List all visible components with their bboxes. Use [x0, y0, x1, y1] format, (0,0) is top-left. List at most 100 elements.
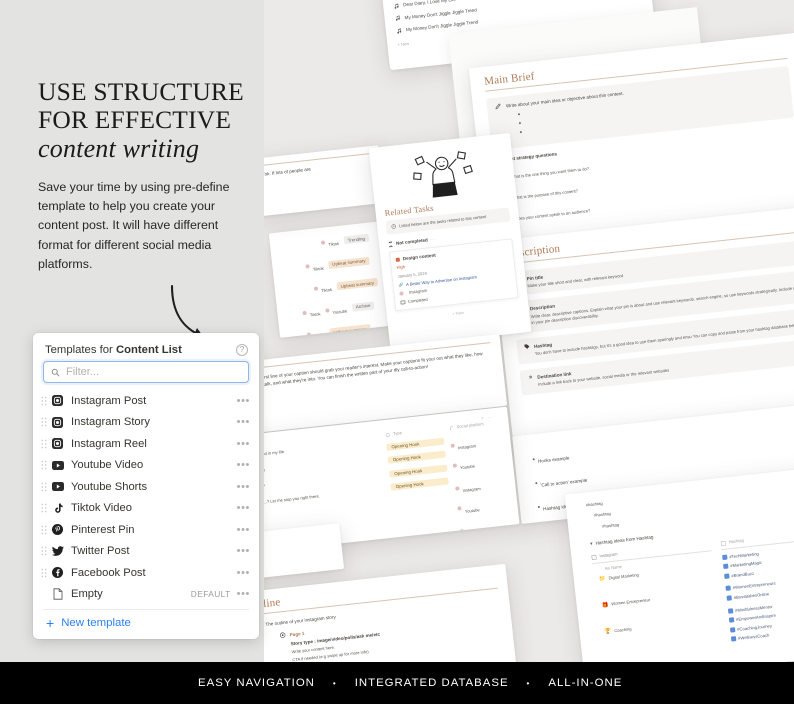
template-item-empty[interactable]: Empty DEFAULT ••• — [37, 584, 255, 606]
row-menu-button[interactable]: ••• — [237, 589, 250, 600]
pinterest-icon — [49, 524, 66, 536]
template-item-label: Empty — [71, 588, 103, 601]
template-item-facebook-post[interactable]: Facebook Post ••• — [37, 562, 255, 584]
drag-handle-icon[interactable] — [39, 439, 49, 449]
status-badge: Upbeat summary — [336, 278, 379, 291]
cta-example-card: ction' example TA — [264, 523, 345, 583]
template-item-instagram-story[interactable]: Instagram Story ••• — [37, 412, 255, 434]
template-item-label: Instagram Reel — [71, 437, 147, 450]
instagram-icon — [49, 438, 66, 450]
youtube-icon — [49, 460, 66, 470]
feature-banner: EASY NAVIGATION • INTEGRATED DATABASE • … — [0, 662, 794, 704]
filter-input[interactable] — [66, 366, 241, 378]
section-label: Hashtag ideas from Hashtag — [595, 534, 654, 546]
divider — [43, 609, 249, 610]
music-note-icon — [394, 3, 399, 9]
template-item-pinterest-pin[interactable]: Pinterest Pin ••• — [37, 519, 255, 541]
table-row[interactable]: 🎁 Women Entrepreneur — [602, 590, 717, 609]
task-status-icon — [395, 257, 401, 262]
template-item-label: Youtube Video — [71, 459, 144, 472]
promo-subcopy: Save your time by using pre-define templ… — [38, 180, 230, 271]
template-item-instagram-post[interactable]: Instagram Post ••• — [37, 390, 255, 412]
clock-icon — [391, 224, 396, 229]
page-icon — [49, 588, 66, 600]
related-tasks-card: Related Tasks Listed below are the tasks… — [368, 132, 532, 348]
twitter-icon — [49, 546, 66, 557]
templates-popover-title: Templates for Content List — [45, 344, 182, 356]
drag-handle-icon[interactable] — [39, 525, 49, 535]
status-badge: Trending — [343, 233, 370, 245]
type-badge: Opening Hook — [390, 477, 449, 491]
banner-separator: • — [526, 678, 531, 688]
headline-line-1: USE STRUCTURE — [38, 77, 244, 106]
type-badge: Opening Hook — [388, 464, 448, 478]
templates-list: Instagram Post ••• Instagram Story ••• I… — [33, 390, 259, 605]
templates-popover-header: Templates for Content List ? — [33, 333, 259, 361]
status-badge: Upbeat summary — [329, 324, 372, 337]
outline-card: utline The outline of your instagram sto… — [264, 563, 518, 662]
search-icon — [51, 368, 60, 376]
instagram-icon — [49, 416, 66, 428]
list-item-label: My Money Don't Jiggle Jiggle Trend — [404, 6, 478, 20]
template-item-label: Facebook Post — [71, 566, 146, 579]
templates-popover[interactable]: Templates for Content List ? Instagram P… — [33, 333, 259, 639]
table-row[interactable]: 🏆 Coaching — [604, 617, 719, 636]
table-icon — [591, 554, 597, 560]
hashtag-database-card: #hashtag #hashtag #hashtag ▾ Hashtag ide… — [564, 462, 794, 662]
drag-handle-icon[interactable] — [39, 568, 49, 578]
filter-field[interactable] — [43, 361, 249, 383]
banner-separator: • — [332, 678, 337, 688]
tiktok-icon — [49, 503, 66, 514]
drag-handle-icon[interactable] — [39, 396, 49, 406]
page-title: USE STRUCTURE FOR EFFECTIVE content writ… — [38, 78, 253, 163]
template-item-label: Pinterest Pin — [71, 523, 135, 536]
tag-icon — [385, 433, 390, 438]
row-menu-button[interactable]: ••• — [237, 438, 250, 449]
checkbox[interactable] — [400, 300, 406, 306]
list-item-label: Dear Diary, I Love My Life — [402, 0, 456, 8]
row-menu-button[interactable]: ••• — [237, 503, 250, 514]
row-menu-button[interactable]: ••• — [237, 417, 250, 428]
banner-item-1: EASY NAVIGATION — [198, 677, 315, 689]
row-menu-button[interactable]: ••• — [237, 546, 250, 557]
drag-handle-icon[interactable] — [39, 482, 49, 492]
status-badge: Upbeat summary — [327, 256, 370, 269]
drag-handle-icon[interactable] — [39, 460, 49, 470]
template-screenshots-collage: My Money Dear Diary, I Love My Life Dear… — [264, 0, 794, 662]
template-item-twitter-post[interactable]: Twitter Post ••• — [37, 541, 255, 563]
plus-icon: + — [46, 614, 55, 631]
row-menu-button[interactable]: ••• — [237, 524, 250, 535]
empty-bullet — [519, 130, 522, 133]
question-mark-circle-icon[interactable]: ? — [236, 344, 248, 356]
template-item-tiktok-video[interactable]: Tiktok Video ••• — [37, 498, 255, 520]
banner-item-3: ALL-IN-ONE — [548, 677, 623, 689]
banner-item-2: INTEGRATED DATABASE — [354, 677, 509, 689]
trophy-icon: 🏆 — [604, 628, 612, 636]
row-text: ou only focus on...? Let me stop you rig… — [264, 493, 321, 508]
row-menu-button[interactable]: ••• — [237, 460, 250, 471]
drag-handle-icon[interactable] — [39, 546, 49, 556]
callout-text: The outline of your instagram story — [265, 614, 337, 627]
type-badge: Opening Hook — [387, 450, 446, 465]
facebook-icon — [49, 567, 66, 579]
row-menu-button[interactable]: ••• — [237, 395, 250, 406]
template-item-youtube-shorts[interactable]: Youtube Shorts ••• — [37, 476, 255, 498]
hourglass-icon — [388, 241, 393, 248]
template-item-instagram-reel[interactable]: Instagram Reel ••• — [37, 433, 255, 455]
branch-icon — [450, 426, 453, 431]
pencil-icon — [495, 102, 501, 109]
type-badge: Opening Hook — [386, 437, 445, 451]
headline-line-2: FOR EFFECTIVE — [38, 105, 232, 134]
link-icon — [528, 375, 532, 379]
new-template-label: New template — [61, 617, 131, 629]
status-badge: Archive — [351, 301, 375, 312]
drag-handle-icon[interactable] — [39, 503, 49, 513]
template-item-youtube-video[interactable]: Youtube Video ••• — [37, 455, 255, 477]
task-card[interactable]: Design content High January 5, 2024 🔗 A … — [388, 238, 519, 312]
row-menu-button[interactable]: ••• — [237, 481, 250, 492]
headline-line-3: content writing — [38, 134, 200, 163]
drag-handle-icon[interactable] — [39, 417, 49, 427]
screenshot-root: My Money Dear Diary, I Love My Life Dear… — [0, 0, 794, 704]
new-template-button[interactable]: + New template — [33, 614, 259, 635]
row-menu-button[interactable]: ••• — [237, 567, 250, 578]
